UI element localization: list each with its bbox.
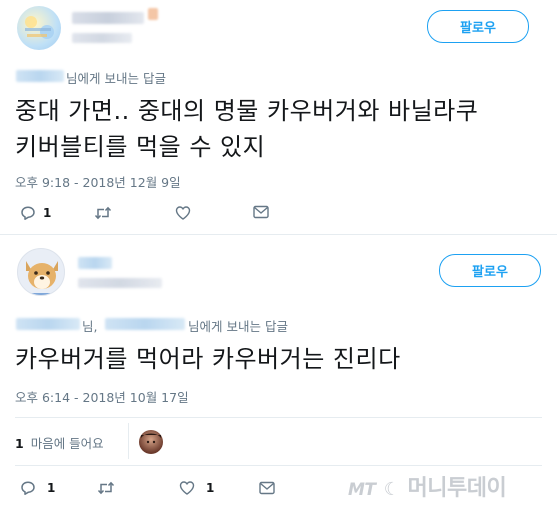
timestamp[interactable]: 오후 6:14 - 2018년 10월 17일 — [15, 387, 189, 406]
like-button[interactable] — [175, 205, 191, 221]
watermark-swirl-icon: ☾ — [383, 479, 400, 500]
retweet-button[interactable] — [97, 480, 115, 496]
retweet-icon — [94, 206, 112, 220]
dm-button[interactable] — [259, 481, 275, 495]
avatar-image — [25, 16, 54, 39]
reply-target-redacted[interactable] — [16, 318, 80, 330]
reply-icon — [21, 206, 35, 220]
verified-mark — [148, 8, 158, 20]
display-name-redacted[interactable] — [72, 12, 144, 24]
retweet-button[interactable] — [94, 205, 112, 221]
avatar[interactable] — [17, 248, 65, 296]
heart-icon — [179, 481, 195, 495]
replying-to-comma: 님, — [82, 319, 98, 334]
handle-redacted[interactable] — [78, 278, 162, 288]
news-watermark: MT ☾ 머니투데이 — [348, 470, 507, 502]
likes-count: 1 — [15, 436, 24, 451]
retweet-icon — [97, 481, 115, 495]
tweet-text-line-2: 키버블티를 먹을 수 있지 — [15, 133, 266, 161]
liker-avatar[interactable] — [139, 430, 163, 454]
tweet-text-line-1: 카우버거를 먹어라 카우버거는 진리다 — [15, 345, 401, 373]
like-count: 1 — [206, 481, 215, 495]
watermark-logo: MT — [348, 480, 376, 500]
reply-icon — [21, 481, 35, 495]
envelope-icon — [259, 481, 275, 495]
stats-divider-bottom — [15, 465, 542, 466]
reply-target-redacted-2[interactable] — [105, 318, 185, 330]
reply-button[interactable]: 1 — [20, 480, 55, 496]
follow-button[interactable]: 팔로우 — [427, 10, 529, 43]
reply-target-redacted[interactable] — [16, 70, 64, 82]
dog-avatar-icon — [26, 261, 58, 295]
envelope-icon — [253, 205, 269, 219]
stats-divider-top — [15, 417, 542, 418]
follow-button[interactable]: 팔로우 — [439, 254, 541, 287]
likes-stat[interactable]: 1 마음에 들어요 — [15, 433, 104, 452]
tweet-1: 팔로우 님에게 보내는 답글 중대 가면.. 중대의 명물 카우버거와 바닐라쿠… — [0, 0, 557, 232]
handle-redacted[interactable] — [72, 33, 132, 43]
dm-button[interactable] — [253, 205, 269, 219]
liker-avatar-image — [141, 433, 161, 444]
tweet-2: 팔로우 님, 님에게 보내는 답글 카우버거를 먹어라 카우버거는 진리다 오후… — [0, 235, 557, 510]
heart-icon — [175, 206, 191, 220]
timestamp[interactable]: 오후 9:18 - 2018년 12월 9일 — [15, 172, 181, 191]
reply-button[interactable]: 1 — [20, 205, 51, 221]
replying-to-label: 님에게 보내는 답글 — [66, 71, 166, 86]
replying-to-label: 님에게 보내는 답글 — [188, 319, 288, 334]
reply-count: 1 — [47, 481, 56, 495]
watermark-text: 머니투데이 — [407, 476, 507, 501]
tweet-text-line-1: 중대 가면.. 중대의 명물 카우버거와 바닐라쿠 — [15, 97, 479, 125]
like-button[interactable]: 1 — [179, 480, 214, 496]
display-name-redacted[interactable] — [78, 257, 112, 269]
avatar[interactable] — [17, 6, 61, 50]
reply-count: 1 — [43, 206, 52, 220]
stats-separator — [128, 423, 129, 459]
likes-label: 마음에 들어요 — [30, 436, 104, 451]
